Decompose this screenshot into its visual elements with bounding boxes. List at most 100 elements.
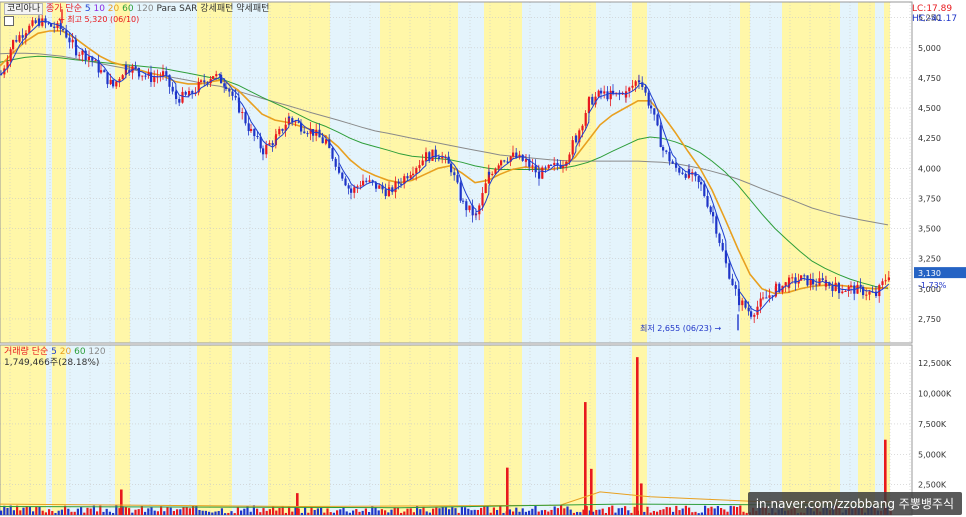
candle	[503, 160, 506, 162]
chart-window: ← 최고 5,320 (06/10) 최저 2,655 (06/23) → 2,75…	[0, 0, 966, 517]
volume-bar	[604, 512, 607, 515]
candle	[62, 29, 65, 31]
price-tick-label: 3,750	[918, 194, 941, 203]
volume-bar	[425, 511, 428, 515]
volume-bar	[400, 512, 403, 515]
candle	[644, 86, 647, 93]
volume-bar	[211, 512, 214, 515]
volume-bar	[518, 511, 521, 515]
volume-bar	[70, 511, 73, 515]
volume-bar	[16, 505, 19, 515]
volume-bar	[665, 506, 668, 515]
volume-bar	[403, 511, 406, 515]
candle	[468, 205, 471, 211]
candle	[647, 92, 650, 106]
candle	[220, 74, 223, 84]
volume-bar	[316, 508, 319, 515]
candle	[538, 171, 541, 179]
volume-bar	[540, 510, 543, 515]
volume-bar	[76, 508, 79, 515]
current-price-label: 3,130	[918, 269, 941, 278]
volume-bar	[675, 505, 678, 515]
volume-bar	[390, 509, 393, 515]
candle	[100, 70, 103, 73]
pattern-band	[115, 2, 130, 343]
candle	[394, 181, 397, 193]
volume-bar	[700, 512, 703, 515]
volume-bar	[256, 508, 259, 515]
candle	[665, 150, 668, 152]
volume-bar	[25, 506, 28, 515]
candle	[762, 297, 765, 299]
candle	[234, 95, 237, 98]
candle	[725, 262, 728, 264]
volume-bar	[656, 511, 659, 515]
ma60-label: 60	[122, 4, 134, 14]
volume-bar	[102, 511, 105, 515]
candle	[884, 280, 887, 282]
price-tick-label: 4,000	[918, 164, 941, 173]
candle	[75, 47, 78, 56]
volume-bar	[710, 506, 713, 515]
candle	[456, 175, 459, 183]
volume-bar	[310, 507, 313, 515]
candle	[531, 165, 534, 167]
volume-bar	[57, 510, 60, 515]
volume-bar	[217, 511, 220, 515]
candle	[862, 286, 865, 296]
candle	[34, 20, 37, 23]
pattern-band	[46, 345, 52, 515]
candle	[18, 35, 21, 42]
volume-bar	[355, 509, 358, 515]
volume-bar	[137, 509, 140, 515]
price-tick-label: 4,500	[918, 104, 941, 113]
volume-bar	[422, 506, 425, 515]
volume-bar	[412, 512, 415, 515]
pattern-band	[52, 2, 66, 343]
volume-spike-bar	[506, 467, 509, 515]
candle	[856, 284, 859, 294]
volume-bar	[198, 510, 201, 515]
candle	[568, 154, 571, 162]
candle	[718, 233, 721, 243]
volume-panel-header: 거래량 단순 5 20 60 120	[4, 347, 106, 358]
pattern-band	[647, 345, 740, 515]
grid-icon[interactable]	[4, 16, 14, 30]
volume-bar	[614, 512, 617, 515]
volume-bar	[163, 511, 166, 515]
candle	[109, 79, 112, 85]
volume-bar	[508, 509, 511, 515]
volume-bar	[553, 506, 556, 515]
candle	[850, 285, 853, 287]
candle	[341, 172, 344, 179]
candle	[144, 75, 147, 77]
candle	[171, 86, 174, 92]
pattern-band	[596, 345, 632, 515]
candle	[253, 128, 256, 137]
candle	[25, 33, 28, 35]
candle	[738, 296, 741, 306]
ma120-label: 120	[136, 4, 154, 14]
volume-bar	[707, 508, 710, 515]
volume-bar	[243, 508, 246, 515]
candle	[356, 186, 359, 188]
volume-bar	[464, 507, 467, 515]
volume-bar	[620, 507, 623, 515]
candle	[453, 172, 456, 176]
ma20-label: 20	[107, 4, 120, 14]
stock-name-chip[interactable]: 코리아나	[4, 3, 44, 15]
candle	[275, 134, 278, 136]
volume-bar	[3, 505, 6, 515]
volume-spike-bar	[636, 357, 639, 515]
volume-bar	[678, 510, 681, 515]
volume-bar	[713, 508, 716, 515]
volume-bar	[80, 507, 83, 515]
volume-bar	[134, 509, 137, 515]
volume-bar	[54, 512, 57, 515]
candle	[225, 86, 228, 90]
candle	[844, 290, 847, 292]
pattern-band	[740, 345, 750, 515]
candle	[9, 49, 12, 62]
current-change-label: -1.73%	[918, 281, 947, 290]
volume-bar	[348, 512, 351, 515]
